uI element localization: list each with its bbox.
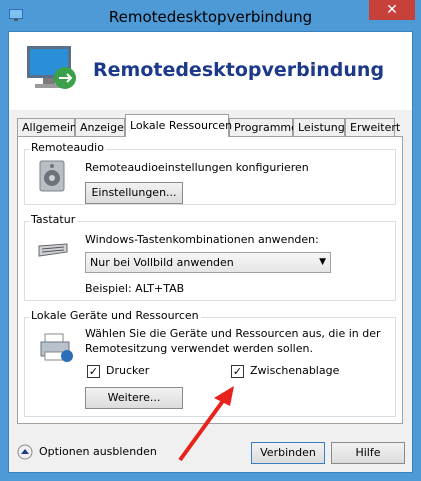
group-tastatur: Tastatur Windows-Tastenkombinationen anw… [24, 213, 396, 301]
lokale-description-line2: Remotesitzung verwendet werden sollen. [85, 342, 313, 355]
group-label-tastatur: Tastatur [29, 213, 78, 226]
title-bar[interactable]: Remotedesktopverbindung ✕ [0, 0, 421, 32]
window-title: Remotedesktopverbindung [108, 8, 313, 26]
connect-button[interactable]: Verbinden [251, 442, 325, 464]
tastatur-description: Windows-Tastenkombinationen anwenden: [85, 233, 319, 246]
connect-button-label: Verbinden [260, 446, 316, 459]
app-window: Remotedesktopverbindung ✕ Remotedesktopv… [0, 0, 421, 481]
chevron-down-icon: ▼ [319, 257, 326, 267]
drucker-checkbox[interactable]: ✓ [87, 365, 100, 378]
red-arrow-annotation [178, 386, 234, 462]
banner-title: Remotedesktopverbindung [93, 59, 385, 81]
drucker-label: Drucker [106, 364, 150, 377]
settings-button[interactable]: Einstellungen... [85, 182, 183, 204]
remote-desktop-icon [27, 46, 76, 89]
group-label-lokale: Lokale Geräte und Ressourcen [29, 309, 201, 322]
keyboard-icon [38, 243, 68, 257]
help-button[interactable]: Hilfe [331, 442, 405, 464]
more-button-label: Weitere... [107, 391, 161, 404]
help-button-label: Hilfe [355, 446, 381, 459]
zwischenablage-label: Zwischenablage [250, 364, 340, 377]
lokale-description-line1: Wählen Sie die Geräte und Ressourcen aus… [85, 327, 381, 340]
tastatur-example: Beispiel: ALT+TAB [85, 282, 185, 295]
settings-button-label: Einstellungen... [91, 186, 177, 199]
remoteaudio-description: Remoteaudioeinstellungen konfigurieren [85, 161, 309, 174]
shortcut-select[interactable]: Nur bei Vollbild anwenden ▼ [85, 252, 331, 273]
group-remoteaudio: Remoteaudio Remoteaudioeinstellungen kon… [24, 141, 396, 205]
tab-lokale-ressourcen[interactable]: Lokale Ressourcen [125, 114, 232, 137]
tab-leistung[interactable]: Leistung [293, 118, 345, 136]
group-label-remoteaudio: Remoteaudio [29, 141, 106, 154]
tab-programme[interactable]: Programme [229, 118, 298, 136]
options-label: Optionen ausblenden [39, 445, 157, 458]
chevron-up-icon [17, 444, 33, 460]
more-button[interactable]: Weitere... [85, 387, 183, 409]
tab-anzeige[interactable]: Anzeige [75, 118, 125, 136]
shortcut-select-value: Nur bei Vollbild anwenden [90, 256, 234, 269]
tab-allgemein[interactable]: Allgemein [17, 118, 77, 136]
speaker-icon [39, 160, 65, 192]
close-button[interactable]: ✕ [369, 0, 415, 20]
tab-erweitert[interactable]: Erweitert [345, 118, 400, 136]
printer-icon [40, 333, 73, 362]
banner: Remotedesktopverbindung [9, 32, 412, 110]
zwischenablage-checkbox[interactable]: ✓ [231, 365, 244, 378]
